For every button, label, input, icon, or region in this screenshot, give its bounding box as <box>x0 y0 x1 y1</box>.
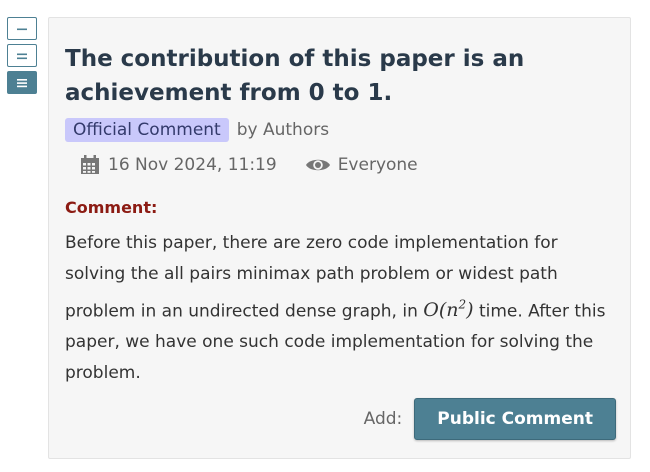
comment-text: Before this paper, there are zero code i… <box>65 233 606 384</box>
invitation-badge: Official Comment <box>65 118 229 142</box>
add-label: Add: <box>363 409 403 429</box>
note-info: 16 Nov 2024, 11:19 Everyone <box>79 154 418 176</box>
expand-toggle-button[interactable] <box>7 71 37 94</box>
calendar-icon <box>79 154 101 176</box>
note-title: The contribution of this paper is an ach… <box>65 46 525 106</box>
note-visibility: Everyone <box>337 155 418 175</box>
public-comment-button[interactable]: Public Comment <box>414 398 616 440</box>
math-expression: O(n2) <box>423 298 474 322</box>
note-meta: Official Comment by Authors <box>65 118 329 142</box>
minus-icon <box>16 23 28 35</box>
equals-icon <box>16 50 28 62</box>
eye-icon <box>305 156 331 174</box>
summary-toggle-button[interactable] <box>7 44 37 67</box>
comment-field-label: Comment: <box>65 198 158 217</box>
collapse-toggle-button[interactable] <box>7 17 37 40</box>
signatures: by Authors <box>236 120 330 140</box>
list-icon <box>16 77 28 89</box>
view-toggle-group <box>7 17 39 98</box>
comment-card: The contribution of this paper is an ach… <box>48 17 631 459</box>
add-reply-row: Add: Public Comment <box>364 398 616 440</box>
note-date: 16 Nov 2024, 11:19 <box>108 155 277 175</box>
